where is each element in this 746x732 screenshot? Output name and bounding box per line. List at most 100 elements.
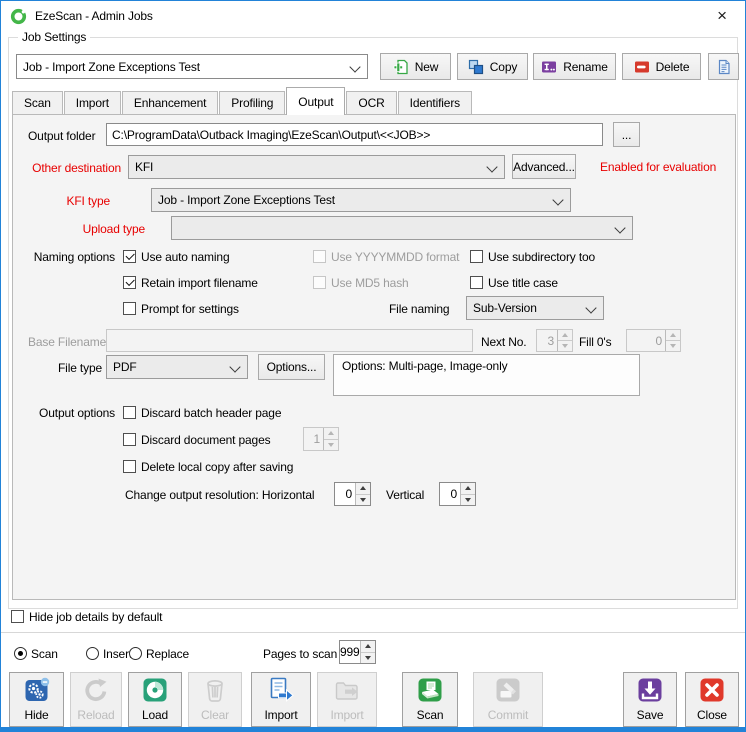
other-destination-select[interactable]: KFI: [128, 155, 505, 179]
save-button[interactable]: Save: [623, 672, 677, 727]
spin-down-button: [666, 340, 680, 351]
chevron-down-icon: [486, 161, 497, 172]
reload-button-label: Reload: [77, 708, 114, 722]
discard-document-pages-value: 1: [304, 428, 323, 450]
hide-job-details-label[interactable]: Hide job details by default: [29, 610, 162, 624]
spinner-up-icon: [360, 486, 366, 490]
browse-output-folder-button[interactable]: ...: [613, 122, 640, 147]
rename-button[interactable]: Rename: [533, 53, 616, 80]
tab-import[interactable]: Import: [64, 91, 121, 114]
file-type-options-button[interactable]: Options...: [258, 354, 325, 380]
load-button[interactable]: Load: [128, 672, 182, 727]
resolution-horizontal-value[interactable]: 0: [335, 483, 355, 505]
spin-up-button: [324, 428, 338, 439]
scan-button-label: Scan: [417, 708, 444, 722]
delete-local-copy-label[interactable]: Delete local copy after saving: [141, 460, 293, 474]
spin-down-button: [324, 439, 338, 451]
import-button-label: Import: [264, 708, 297, 722]
save-icon: [636, 676, 664, 707]
resolution-vertical-spinner[interactable]: 0: [439, 482, 476, 506]
use-title-case-label[interactable]: Use title case: [488, 276, 558, 290]
spin-up-button: [666, 330, 680, 340]
use-auto-naming-checkbox[interactable]: [123, 250, 136, 263]
file-naming-select[interactable]: Sub-Version: [466, 296, 604, 320]
tab-scan[interactable]: Scan: [12, 91, 63, 114]
close-button[interactable]: Close: [685, 672, 739, 727]
close-window-button[interactable]: ×: [699, 1, 745, 31]
resolution-vertical-value[interactable]: 0: [440, 483, 460, 505]
mode-scan-label[interactable]: Scan: [31, 647, 58, 661]
hide-button[interactable]: Hide: [9, 672, 64, 727]
pages-to-scan-label: Pages to scan: [263, 647, 337, 661]
tab-strip: Scan Import Enhancement Profiling Output…: [12, 88, 473, 114]
spinner-up-icon: [670, 333, 676, 337]
prompt-for-settings-label[interactable]: Prompt for settings: [141, 302, 239, 316]
chevron-down-icon: [614, 222, 625, 233]
use-title-case-checkbox[interactable]: [470, 276, 483, 289]
chevron-down-icon: [349, 61, 360, 72]
job-notes-button[interactable]: [708, 53, 739, 80]
next-no-spinner: 3: [536, 329, 573, 352]
tab-profiling[interactable]: Profiling: [219, 91, 285, 114]
pages-to-scan-value[interactable]: 999: [340, 641, 360, 663]
clear-button: Clear: [188, 672, 242, 727]
mode-insert-label[interactable]: Insert: [103, 647, 132, 661]
tab-enhancement[interactable]: Enhancement: [122, 91, 218, 114]
spin-down-button[interactable]: [356, 494, 370, 506]
close-button-label: Close: [697, 708, 727, 722]
hide-button-label: Hide: [24, 708, 48, 722]
job-selector-value: Job - Import Zone Exceptions Test: [23, 60, 200, 74]
upload-type-select[interactable]: [171, 216, 633, 240]
mode-replace-label[interactable]: Replace: [146, 647, 189, 661]
rename-icon: [541, 59, 557, 75]
spin-up-button[interactable]: [356, 483, 370, 494]
spin-down-button[interactable]: [461, 494, 475, 506]
spin-up-button[interactable]: [461, 483, 475, 494]
spinner-buttons: [355, 483, 370, 505]
retain-import-filename-label[interactable]: Retain import filename: [141, 276, 258, 290]
scan-button[interactable]: Scan: [402, 672, 458, 727]
file-type-select[interactable]: PDF: [106, 355, 248, 379]
close-x-icon: [698, 676, 726, 707]
discard-document-pages-spinner: 1: [303, 427, 339, 451]
discard-batch-header-label[interactable]: Discard batch header page: [141, 406, 281, 420]
spin-up-button[interactable]: [361, 641, 375, 652]
kfi-type-label: KFI type: [23, 194, 110, 208]
advanced-button[interactable]: Advanced...: [512, 154, 576, 179]
mode-scan-radio[interactable]: [14, 647, 27, 660]
use-auto-naming-label[interactable]: Use auto naming: [141, 250, 229, 264]
new-button[interactable]: New: [380, 53, 451, 80]
retain-import-filename-checkbox[interactable]: [123, 276, 136, 289]
hide-job-details-checkbox[interactable]: [11, 610, 24, 623]
output-folder-label: Output folder: [28, 129, 95, 143]
prompt-for-settings-checkbox[interactable]: [123, 302, 136, 315]
resolution-horizontal-label: Change output resolution: Horizontal: [125, 488, 314, 502]
kfi-type-select[interactable]: Job - Import Zone Exceptions Test: [151, 188, 571, 212]
discard-document-pages-label[interactable]: Discard document pages: [141, 433, 270, 447]
spin-down-button: [558, 340, 572, 351]
mode-replace-radio[interactable]: [129, 647, 142, 660]
tab-ocr[interactable]: OCR: [346, 91, 396, 114]
resolution-horizontal-spinner[interactable]: 0: [334, 482, 371, 506]
spin-down-button[interactable]: [361, 652, 375, 664]
mode-insert-radio[interactable]: [86, 647, 99, 660]
copy-button[interactable]: Copy: [457, 53, 528, 80]
scan-icon: [416, 676, 444, 707]
new-button-label: New: [415, 60, 439, 74]
import-button[interactable]: Import: [251, 672, 311, 727]
hide-icon: [23, 676, 51, 707]
delete-local-copy-checkbox[interactable]: [123, 460, 136, 473]
discard-batch-header-checkbox[interactable]: [123, 406, 136, 419]
job-selector[interactable]: Job - Import Zone Exceptions Test: [16, 54, 368, 79]
use-subdirectory-label[interactable]: Use subdirectory too: [488, 250, 595, 264]
file-naming-label: File naming: [389, 302, 449, 316]
delete-button[interactable]: Delete: [622, 53, 701, 80]
use-subdirectory-checkbox[interactable]: [470, 250, 483, 263]
output-folder-input[interactable]: [106, 123, 603, 146]
tab-output[interactable]: Output: [286, 87, 345, 115]
discard-document-pages-checkbox[interactable]: [123, 433, 136, 446]
spinner-up-icon: [365, 644, 371, 648]
tab-identifiers[interactable]: Identifiers: [398, 91, 472, 114]
pages-to-scan-spinner[interactable]: 999: [339, 640, 376, 664]
chevron-down-icon: [585, 302, 596, 313]
